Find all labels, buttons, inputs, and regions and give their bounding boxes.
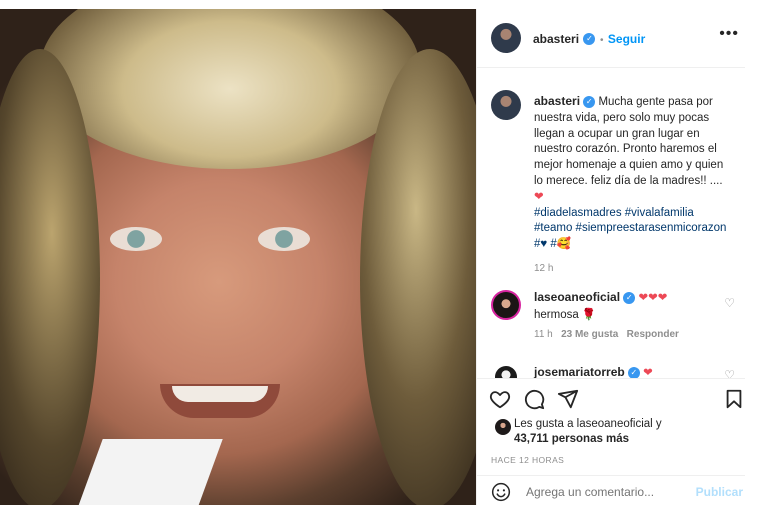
verified-badge-icon: ✓ [627,366,640,378]
caption-username[interactable]: abasteri [534,94,580,108]
caption-text: Mucha gente pasa por nuestra vida, pero … [534,96,724,187]
caption-age[interactable]: 12 h [534,261,734,277]
post-header: abasteri ✓ • Seguir ••• [477,9,745,68]
author-avatar[interactable] [491,23,521,53]
commenter-username[interactable]: laseoaneoficial [534,290,620,304]
publish-button[interactable]: Publicar [696,485,743,499]
commenter-avatar[interactable] [491,290,521,320]
caption-avatar[interactable] [491,90,521,120]
comment-icon[interactable] [523,388,545,410]
comment-item: laseoaneoficial ✓ ❤❤❤ hermosa 🌹 11 h 23 … [477,282,745,342]
likes-line-1: Les gusta a laseoaneoficial y [514,418,662,430]
emoji-icon[interactable] [491,482,511,502]
reply-button[interactable]: Responder [627,329,679,340]
post-actions: Les gusta a laseoaneoficial y 43,711 per… [477,378,745,506]
like-heart-icon[interactable] [489,388,511,410]
caption-hashtags[interactable]: #diadelasmadres #vivalafamilia #teamo #s… [534,207,726,235]
caption-block: abasteri ✓ Mucha gente pasa por nuestra … [534,94,734,277]
comment-text: hermosa 🌹 [534,309,597,321]
comments-section[interactable]: abasteri ✓ Mucha gente pasa por nuestra … [477,68,745,378]
instagram-post: abasteri ✓ • Seguir ••• abasteri ✓ Mucha… [0,9,745,505]
comment-hearts: ❤❤❤ [638,292,668,304]
caption-heart-emoji: ❤ [534,190,544,203]
post-sidebar: abasteri ✓ • Seguir ••• abasteri ✓ Mucha… [476,9,745,505]
likes-summary[interactable]: Les gusta a laseoaneoficial y 43,711 per… [514,417,694,447]
add-comment-bar: Publicar [477,475,745,507]
post-timestamp[interactable]: HACE 12 HORAS [491,455,564,465]
comment-age[interactable]: 11 h [534,329,553,340]
comment-item: josemariatorreb ✓ ❤ ♡ [477,358,745,378]
likes-line-2: 43,711 personas más [514,433,630,445]
verified-badge-icon: ✓ [583,95,596,108]
more-options-icon[interactable]: ••• [719,25,739,43]
author-username[interactable]: abasteri [533,32,579,46]
right-eye [258,227,310,251]
smile [160,384,280,418]
commenter-username[interactable]: josemariatorreb [534,365,625,378]
share-icon[interactable] [557,388,579,410]
hair-top [40,9,420,169]
follow-button[interactable]: Seguir [608,32,645,46]
comment-input[interactable] [524,484,678,500]
post-photo[interactable] [0,9,476,505]
comment-like-heart-icon[interactable]: ♡ [724,296,735,310]
shirt-collar [77,439,223,505]
header-separator: • [599,35,604,46]
left-eye [110,227,162,251]
verified-badge-icon: ✓ [623,291,636,304]
comment-likes[interactable]: 23 Me gusta [561,329,618,340]
commenter-avatar[interactable] [495,366,517,378]
comment-hearts: ❤ [643,367,653,378]
caption-emojis[interactable]: #♥ #🥰 [534,238,571,250]
comment-like-heart-icon[interactable]: ♡ [724,368,735,378]
save-bookmark-icon[interactable] [723,388,745,410]
verified-badge-icon: ✓ [583,32,596,45]
liker-avatar[interactable] [495,419,511,435]
